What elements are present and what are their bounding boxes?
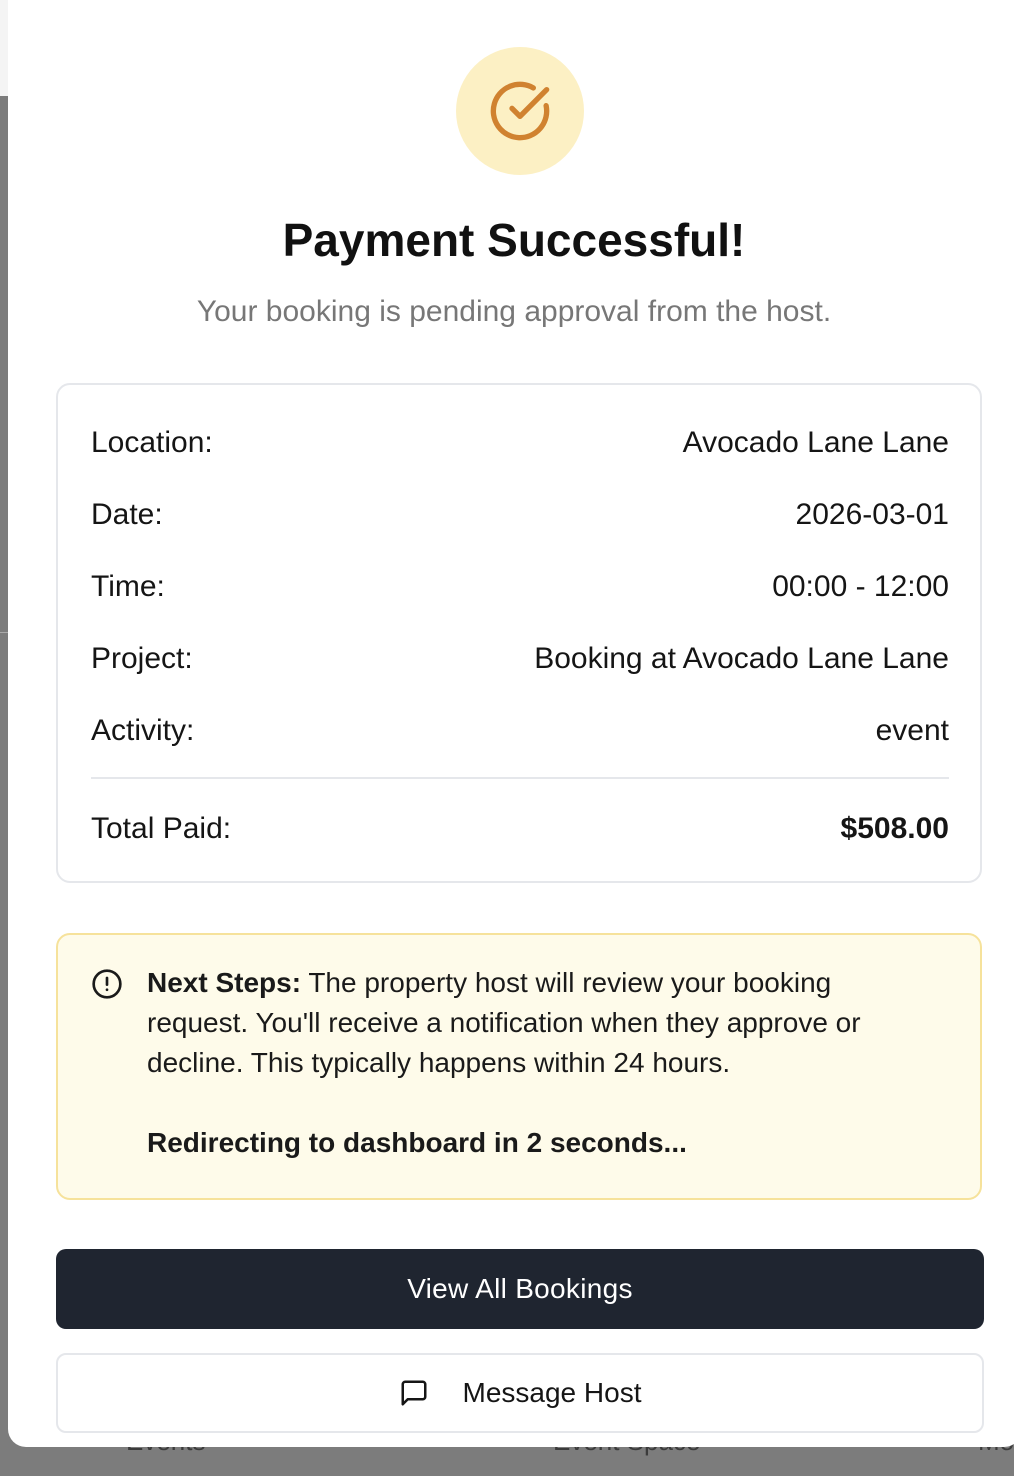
notice-text: Next Steps: The property host will revie… <box>147 963 927 1083</box>
detail-row-activity: Activity: event <box>91 711 949 751</box>
view-all-bookings-label: View All Bookings <box>407 1273 633 1304</box>
success-badge <box>456 47 584 175</box>
message-host-label: Message Host <box>462 1377 642 1408</box>
location-value: Avocado Lane Lane <box>682 426 949 459</box>
activity-label: Activity: <box>91 714 195 747</box>
time-label: Time: <box>91 570 165 603</box>
modal-title: Payment Successful! <box>282 214 746 266</box>
modal-subtitle: Your booking is pending approval from th… <box>196 295 832 328</box>
detail-row-time: Time: 00:00 - 12:00 <box>91 567 949 607</box>
booking-details-card: Location: Avocado Lane Lane Date: 2026-0… <box>56 383 982 883</box>
date-value: 2026-03-01 <box>795 498 949 531</box>
next-steps-notice: Next Steps: The property host will revie… <box>56 933 982 1200</box>
detail-row-project: Project: Booking at Avocado Lane Lane <box>91 639 949 679</box>
notice-heading: Next Steps: <box>147 967 302 998</box>
total-label: Total Paid: <box>91 812 232 845</box>
check-circle-icon <box>490 81 550 141</box>
project-label: Project: <box>91 642 193 675</box>
activity-value: event <box>875 714 949 747</box>
total-value: $508.00 <box>840 812 949 845</box>
project-value: Booking at Avocado Lane Lane <box>534 642 949 675</box>
message-square-icon <box>401 1380 427 1406</box>
date-label: Date: <box>91 498 163 531</box>
detail-row-location: Location: Avocado Lane Lane <box>91 423 949 463</box>
payment-success-modal: Payment Successful! Your booking is pend… <box>8 0 1014 1447</box>
time-value: 00:00 - 12:00 <box>772 570 949 603</box>
alert-circle-icon <box>92 969 122 999</box>
details-divider <box>91 777 949 779</box>
message-host-button[interactable]: Message Host <box>56 1353 984 1433</box>
detail-row-total: Total Paid: $508.00 <box>91 809 949 849</box>
detail-row-date: Date: 2026-03-01 <box>91 495 949 535</box>
location-label: Location: <box>91 426 213 459</box>
view-all-bookings-button[interactable]: View All Bookings <box>56 1249 984 1329</box>
redirect-message: Redirecting to dashboard in 2 seconds... <box>147 1127 687 1158</box>
